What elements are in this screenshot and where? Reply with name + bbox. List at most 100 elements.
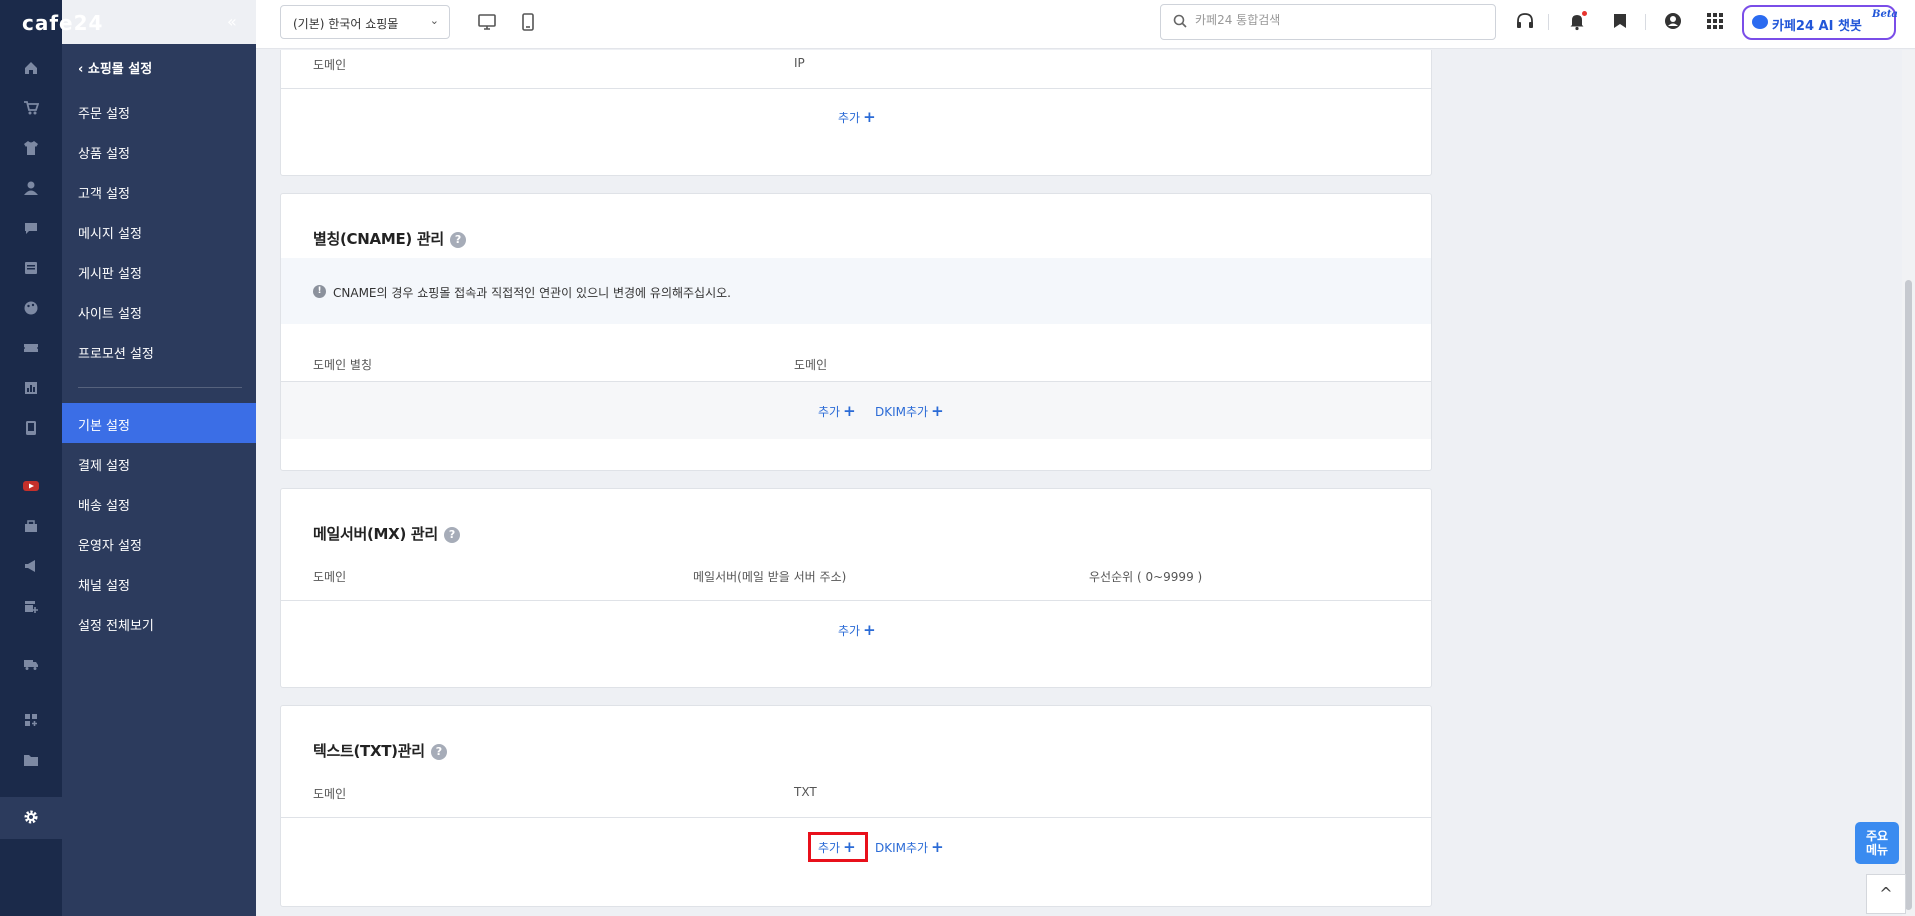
user-icon[interactable] (22, 180, 40, 198)
palette-icon[interactable] (22, 300, 40, 318)
home-icon[interactable] (22, 60, 40, 78)
column-domain: 도메인 (313, 787, 347, 801)
submenu-item-customer[interactable]: 고객 설정 (78, 183, 130, 202)
submenu-item-product[interactable]: 상품 설정 (78, 143, 130, 162)
txt-title: 텍스트(TXT)관리? (313, 740, 447, 761)
a-record-add-button[interactable]: 추가 + (838, 108, 876, 126)
help-icon[interactable]: ? (443, 527, 460, 543)
column-txt: TXT (794, 785, 817, 799)
mobile-icon[interactable] (22, 420, 40, 438)
dkim-add-label: DKIM추가 (875, 405, 929, 419)
coupon-icon[interactable] (22, 340, 40, 358)
mx-add-button[interactable]: 추가 + (838, 621, 876, 639)
chevron-down-icon: ⌄ (429, 14, 439, 27)
submenu-item-order[interactable]: 주문 설정 (78, 103, 130, 122)
submenu-item-basic[interactable]: 기본 설정 (78, 415, 130, 434)
submenu-item-operator[interactable]: 운영자 설정 (78, 535, 142, 554)
cname-title-text: 별칭(CNAME) 관리 (313, 230, 444, 248)
apps-icon[interactable] (22, 712, 40, 730)
column-domain: 도메인 (313, 58, 347, 72)
megaphone-icon[interactable] (22, 558, 40, 576)
bookmark-icon[interactable] (1609, 11, 1631, 33)
shop-select-value: (기본) 한국어 쇼핑몰 (293, 17, 399, 31)
add-label: 추가 (838, 111, 861, 125)
settings-icon[interactable] (22, 809, 40, 827)
account-icon[interactable] (1662, 11, 1684, 33)
mx-title: 메일서버(MX) 관리? (313, 523, 460, 544)
folder-icon[interactable] (22, 752, 40, 770)
chevron-left-icon: ‹ (78, 62, 88, 77)
cafe24-logo[interactable]: cafe24 (22, 11, 103, 35)
submenu-item-board[interactable]: 게시판 설정 (78, 263, 142, 282)
column-domain-alias: 도메인 별칭 (313, 358, 373, 372)
main-menu-button[interactable]: 주요 메뉴 (1855, 822, 1899, 864)
app-grid-icon[interactable] (1704, 11, 1726, 33)
dkim-add-label: DKIM추가 (875, 841, 929, 855)
bell-icon[interactable] (1566, 11, 1588, 33)
submenu-divider (78, 387, 242, 388)
help-icon[interactable]: ? (449, 232, 466, 248)
table-divider (281, 600, 1431, 601)
header-separator (1645, 14, 1646, 30)
submenu-item-promotion[interactable]: 프로모션 설정 (78, 343, 154, 362)
chat-icon[interactable] (22, 220, 40, 238)
cname-add-button[interactable]: 추가 + (818, 402, 856, 420)
submenu-item-site[interactable]: 사이트 설정 (78, 303, 142, 322)
table-divider (281, 88, 1431, 89)
scroll-top-button[interactable]: ^ (1866, 874, 1906, 914)
header-separator (1548, 14, 1549, 30)
main-menu-line2: 메뉴 (1865, 843, 1889, 857)
global-search[interactable] (1160, 4, 1496, 40)
column-mail-server: 메일서버(메일 받을 서버 주소) (693, 570, 847, 584)
submenu-item-channel[interactable]: 채널 설정 (78, 575, 130, 594)
cname-dkim-add-button[interactable]: DKIM추가 + (875, 402, 944, 420)
txt-dkim-add-button[interactable]: DKIM추가 + (875, 838, 944, 856)
submenu-item-message[interactable]: 메시지 설정 (78, 223, 142, 242)
scrollbar-thumb[interactable] (1905, 280, 1912, 910)
mobile-view-icon[interactable] (518, 12, 538, 32)
back-to-shop-settings[interactable]: ‹ 쇼핑몰 설정 (78, 58, 152, 77)
desktop-icon[interactable] (477, 12, 497, 32)
submenu-item-shipping[interactable]: 배송 설정 (78, 495, 130, 514)
ai-chatbot-button[interactable]: 카페24 AI 챗봇 Beta (1742, 5, 1898, 40)
top-header: (기본) 한국어 쇼핑몰 ⌄ 카페24 AI 챗봇 Beta (256, 0, 1915, 49)
stats-icon[interactable] (22, 380, 40, 398)
shop-add-icon[interactable] (22, 598, 40, 616)
search-input[interactable] (1195, 13, 1485, 27)
cart-icon[interactable] (22, 100, 40, 118)
search-icon (1173, 14, 1187, 32)
cname-add-row (281, 381, 1431, 439)
headset-icon[interactable] (1514, 11, 1536, 33)
icon-rail (0, 0, 62, 916)
ai-chatbot-label: 카페24 AI 챗봇 (1772, 19, 1862, 34)
cname-notice: ! CNAME의 경우 쇼핑몰 접속과 직접적인 연관이 있으니 변경에 유의해… (281, 258, 1431, 324)
plus-icon: + (843, 402, 856, 420)
shop-select[interactable]: (기본) 한국어 쇼핑몰 ⌄ (280, 5, 450, 39)
column-domain: 도메인 (794, 358, 828, 372)
column-domain: 도메인 (313, 570, 347, 584)
a-record-card: 도메인 IP 추가 + (280, 50, 1432, 176)
youtube-icon[interactable] (22, 478, 40, 496)
chatbot-icon (1752, 15, 1768, 29)
submenu-item-all-settings[interactable]: 설정 전체보기 (78, 615, 154, 634)
mx-card: 메일서버(MX) 관리? 도메인 메일서버(메일 받을 서버 주소) 우선순위 … (280, 488, 1432, 688)
shirt-icon[interactable] (22, 140, 40, 158)
help-icon[interactable]: ? (430, 744, 447, 760)
beta-badge: Beta (1872, 9, 1898, 20)
collapse-menu-button[interactable]: « (227, 12, 237, 31)
submenu-item-payment[interactable]: 결제 설정 (78, 455, 130, 474)
board-icon[interactable] (22, 260, 40, 278)
txt-card: 텍스트(TXT)관리? 도메인 TXT 추가 + DKIM추가 + (280, 705, 1432, 907)
store-icon[interactable] (22, 518, 40, 536)
info-icon: ! (313, 285, 326, 298)
plus-icon: + (931, 402, 944, 420)
main-content: 도메인 IP 추가 + 별칭(CNAME) 관리? ! CNAME의 경우 쇼핑몰… (256, 50, 1915, 916)
cname-title: 별칭(CNAME) 관리? (313, 228, 466, 249)
cname-notice-text: CNAME의 경우 쇼핑몰 접속과 직접적인 연관이 있으니 변경에 유의해주십… (333, 286, 731, 300)
txt-add-highlight (808, 832, 868, 862)
column-priority: 우선순위 ( 0~9999 ) (1089, 570, 1203, 584)
add-label: 추가 (838, 624, 861, 638)
add-label: 추가 (818, 405, 841, 419)
back-label: 쇼핑몰 설정 (87, 62, 153, 77)
truck-icon[interactable] (22, 656, 40, 674)
